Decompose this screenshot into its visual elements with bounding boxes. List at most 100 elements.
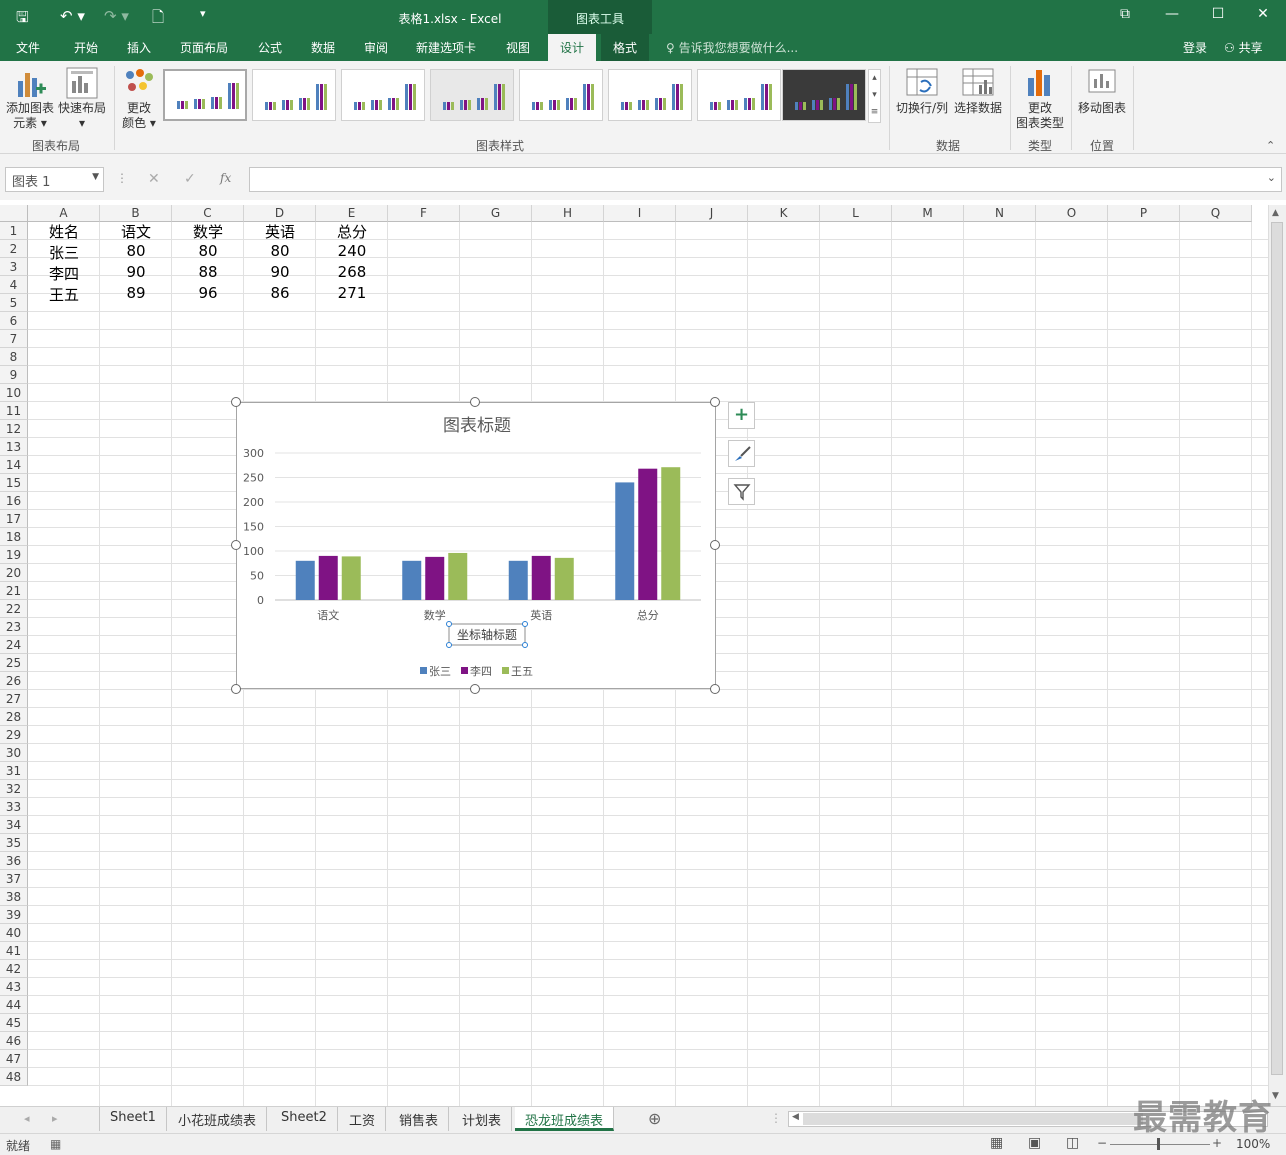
row-header-16[interactable]: 16 <box>0 492 28 510</box>
name-box-dropdown-icon[interactable]: ▼ <box>92 172 99 182</box>
resize-handle[interactable] <box>710 540 720 550</box>
row-header-28[interactable]: 28 <box>0 708 28 726</box>
row-header-34[interactable]: 34 <box>0 816 28 834</box>
save-icon[interactable]: 🖫 <box>16 7 29 32</box>
column-header-A[interactable]: A <box>28 205 100 222</box>
row-header-41[interactable]: 41 <box>0 942 28 960</box>
formula-input[interactable]: ⌄ <box>249 167 1282 192</box>
row-header-24[interactable]: 24 <box>0 636 28 654</box>
macro-record-icon[interactable]: ▦ <box>50 1137 61 1151</box>
column-header-K[interactable]: K <box>748 205 820 222</box>
data-cell[interactable]: 90 <box>100 263 172 281</box>
chart-styles-brush-icon[interactable] <box>728 440 755 467</box>
tab-review[interactable]: 审阅 <box>364 39 388 56</box>
chart-style-5[interactable] <box>519 69 603 121</box>
insert-function-icon[interactable]: fx <box>220 171 231 185</box>
scroll-thumb[interactable] <box>1271 222 1283 1075</box>
row-header-5[interactable]: 5 <box>0 294 28 312</box>
quick-layout-icon[interactable] <box>66 67 98 99</box>
row-header-47[interactable]: 47 <box>0 1050 28 1068</box>
chart-style-6[interactable] <box>608 69 692 121</box>
tab-design[interactable]: 设计 <box>548 34 597 61</box>
row-header-40[interactable]: 40 <box>0 924 28 942</box>
row-header-30[interactable]: 30 <box>0 744 28 762</box>
switch-row-column-icon[interactable] <box>906 68 938 98</box>
data-cell[interactable]: 240 <box>316 242 388 260</box>
new-file-icon[interactable]: 🗋 <box>152 7 164 32</box>
row-header-36[interactable]: 36 <box>0 852 28 870</box>
resize-handle[interactable] <box>231 684 241 694</box>
chart-svg[interactable]: 图表标题 0 50 100 150 200 250 300 语文 数学 英语 总分坐标轴标题张三 李四 王… <box>237 403 717 690</box>
h-scroll-thumb[interactable] <box>803 1113 1143 1125</box>
tab-file[interactable]: 文件 <box>16 39 40 56</box>
tab-view[interactable]: 视图 <box>506 39 530 56</box>
row-header-42[interactable]: 42 <box>0 960 28 978</box>
quick-layout-dropdown-icon[interactable]: ▾ <box>56 116 108 131</box>
data-cell[interactable]: 张三 <box>28 242 100 263</box>
quick-layout-label[interactable]: 快速布局 <box>56 101 108 116</box>
header-cell[interactable]: 总分 <box>316 221 388 242</box>
row-header-29[interactable]: 29 <box>0 726 28 744</box>
change-chart-type-icon[interactable] <box>1026 68 1054 98</box>
data-cell[interactable]: 王五 <box>28 284 100 305</box>
row-header-37[interactable]: 37 <box>0 870 28 888</box>
row-header-4[interactable]: 4 <box>0 276 28 294</box>
change-colors-icon[interactable] <box>124 69 154 97</box>
scroll-up-icon[interactable]: ▲ <box>1272 208 1279 218</box>
column-header-O[interactable]: O <box>1036 205 1108 222</box>
chart-style-8[interactable] <box>782 69 866 121</box>
select-all-corner[interactable] <box>0 205 28 222</box>
row-header-6[interactable]: 6 <box>0 312 28 330</box>
scroll-left-icon[interactable]: ◀ <box>792 1112 799 1122</box>
row-header-31[interactable]: 31 <box>0 762 28 780</box>
move-chart-icon[interactable] <box>1087 68 1117 98</box>
row-header-1[interactable]: 1 <box>0 222 28 240</box>
row-header-14[interactable]: 14 <box>0 456 28 474</box>
row-header-19[interactable]: 19 <box>0 546 28 564</box>
column-header-I[interactable]: I <box>604 205 676 222</box>
row-header-26[interactable]: 26 <box>0 672 28 690</box>
row-header-45[interactable]: 45 <box>0 1014 28 1032</box>
row-header-38[interactable]: 38 <box>0 888 28 906</box>
data-cell[interactable]: 88 <box>172 263 244 281</box>
row-header-9[interactable]: 9 <box>0 366 28 384</box>
switch-row-column-label[interactable]: 切换行/列 <box>894 101 950 116</box>
row-header-43[interactable]: 43 <box>0 978 28 996</box>
share-button[interactable]: ⚇ 共享 <box>1224 39 1263 56</box>
column-header-M[interactable]: M <box>892 205 964 222</box>
chart-style-3[interactable] <box>341 69 425 121</box>
column-header-Q[interactable]: Q <box>1180 205 1252 222</box>
column-header-H[interactable]: H <box>532 205 604 222</box>
chart-style-1[interactable] <box>163 69 247 121</box>
column-header-N[interactable]: N <box>964 205 1036 222</box>
row-header-33[interactable]: 33 <box>0 798 28 816</box>
tab-splitter-icon[interactable]: ⋮ <box>770 1111 782 1125</box>
row-header-48[interactable]: 48 <box>0 1068 28 1086</box>
resize-handle[interactable] <box>231 540 241 550</box>
close-icon[interactable]: ✕ <box>1248 6 1278 22</box>
page-break-view-icon[interactable]: ◫ <box>1066 1135 1079 1151</box>
name-box[interactable]: 图表 1 ▼ <box>5 167 104 192</box>
row-header-8[interactable]: 8 <box>0 348 28 366</box>
prev-sheet-icon[interactable]: ◂ <box>24 1112 30 1125</box>
add-chart-element-icon[interactable] <box>16 69 46 99</box>
header-cell[interactable]: 数学 <box>172 221 244 242</box>
add-sheet-icon[interactable]: ⊕ <box>648 1109 661 1128</box>
sheet-tab-sheet2[interactable]: Sheet2 <box>271 1107 338 1131</box>
row-header-46[interactable]: 46 <box>0 1032 28 1050</box>
column-header-J[interactable]: J <box>676 205 748 222</box>
enter-icon[interactable]: ✓ <box>184 171 196 187</box>
data-cell[interactable]: 268 <box>316 263 388 281</box>
row-header-3[interactable]: 3 <box>0 258 28 276</box>
chart-style-4[interactable] <box>430 69 514 121</box>
tab-formulas[interactable]: 公式 <box>258 39 282 56</box>
minimize-icon[interactable]: — <box>1157 6 1187 22</box>
chart-filter-icon[interactable] <box>728 478 755 505</box>
row-header-2[interactable]: 2 <box>0 240 28 258</box>
data-cell[interactable]: 80 <box>244 242 316 260</box>
column-header-L[interactable]: L <box>820 205 892 222</box>
row-header-32[interactable]: 32 <box>0 780 28 798</box>
row-header-11[interactable]: 11 <box>0 402 28 420</box>
column-header-D[interactable]: D <box>244 205 316 222</box>
maximize-icon[interactable]: ☐ <box>1203 6 1233 22</box>
